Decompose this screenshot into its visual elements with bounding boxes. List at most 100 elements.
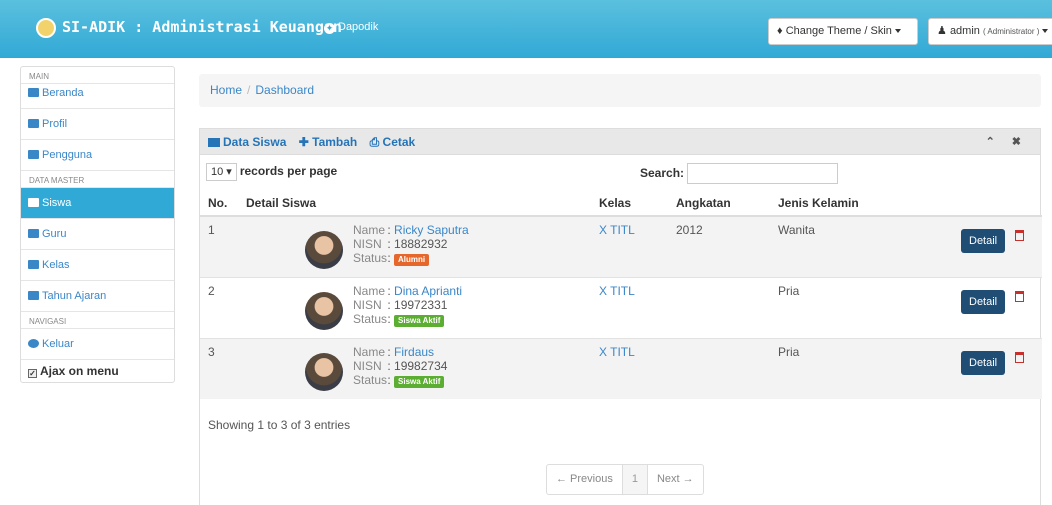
top-navbar: SI-ADIK : Administrasi Keuangan ✦ Dapodik… [0, 0, 1052, 58]
per-page-value: 10 [211, 166, 224, 178]
search-control: Search: [640, 163, 839, 184]
folder-icon [28, 198, 39, 207]
sidebar-item-kelas[interactable]: Kelas [21, 250, 174, 281]
collapse-icon[interactable]: ⌃ [986, 136, 995, 148]
row-angkatan [668, 276, 770, 338]
student-name-link[interactable]: Dina Aprianti [394, 284, 462, 298]
breadcrumb-home[interactable]: Home [210, 83, 242, 97]
name-sep: : [387, 344, 391, 359]
table-row: 2 Name : Dina Aprianti NISN : 19972331 S… [200, 276, 1042, 338]
column-actions [953, 190, 1042, 217]
sidebar-item-beranda[interactable]: Beranda [21, 84, 174, 109]
row-no: 1 [200, 215, 238, 277]
ajax-label: Ajax on menu [40, 364, 119, 378]
page-1-button[interactable]: 1 [622, 465, 648, 494]
breadcrumb: Home / Dashboard [199, 74, 1041, 107]
sidebar-item-label: Beranda [42, 87, 84, 99]
table-info: Showing 1 to 3 of 3 entries [208, 418, 351, 432]
previous-page-button[interactable]: ← Previous [547, 465, 623, 494]
status-sep: : [387, 311, 391, 326]
sidebar-item-label: Profil [42, 118, 68, 130]
name-key: Name [353, 344, 386, 359]
status-badge: Siswa Aktif [394, 314, 445, 327]
app-title[interactable]: SI-ADIK : Administrasi Keuangan [62, 18, 342, 36]
avatar [305, 291, 343, 330]
sidebar-item-siswa[interactable]: Siswa [21, 188, 174, 219]
sidebar-item-tahun-ajaran[interactable]: Tahun Ajaran [21, 281, 174, 312]
sidebar-item-guru[interactable]: Guru [21, 219, 174, 250]
student-name-link[interactable]: Firdaus [394, 345, 434, 359]
status-badge: Alumni [394, 254, 430, 266]
column-jenis-kelamin[interactable]: Jenis Kelamin [770, 190, 953, 217]
user-menu-button[interactable]: ♟ admin ( Administrator ) [928, 18, 1052, 45]
row-kelas[interactable]: X TITL [591, 215, 668, 277]
name-key: Name [353, 283, 386, 298]
print-button[interactable]: ⎙ Cetak [370, 135, 416, 149]
row-kelas[interactable]: X TITL [591, 276, 668, 338]
dapodik-link[interactable]: ✦ Dapodik [324, 21, 378, 34]
row-actions: Detail [953, 215, 1042, 277]
print-label: Cetak [382, 135, 416, 149]
student-detail: Name : Ricky Saputra NISN : 18882932 Sta… [353, 223, 469, 266]
trash-icon[interactable] [1015, 290, 1025, 302]
row-jenis-kelamin: Pria [770, 337, 953, 399]
sidebar-item-label: Kelas [42, 259, 70, 271]
detail-button[interactable]: Detail [961, 289, 1006, 314]
search-input[interactable] [687, 163, 839, 184]
nisn-value: 18882932 [394, 237, 448, 251]
row-detail: Name : Ricky Saputra NISN : 18882932 Sta… [238, 215, 591, 277]
nisn-key: NISN [353, 297, 382, 312]
column-detail-siswa[interactable]: Detail Siswa [238, 190, 591, 217]
ajax-toggle[interactable]: ✓ Ajax on menu [21, 360, 174, 382]
checkbox-checked-icon[interactable]: ✓ [28, 369, 37, 378]
row-detail: Name : Dina Aprianti NISN : 19972331 Sta… [238, 276, 591, 338]
pagination: ← Previous 1 Next → [546, 464, 704, 495]
column-no[interactable]: No. [200, 190, 238, 217]
trash-icon[interactable] [1015, 230, 1025, 241]
row-no: 3 [200, 337, 238, 399]
table-row: 1 Name : Ricky Saputra NISN : 18882932 S… [200, 215, 1042, 277]
tint-icon: ♦ [777, 25, 783, 37]
dapodik-label: Dapodik [338, 21, 379, 33]
row-actions: Detail [953, 276, 1042, 338]
column-kelas[interactable]: Kelas [591, 190, 668, 217]
sidebar-item-keluar[interactable]: Keluar [21, 329, 174, 360]
panel-title: Data Siswa [223, 135, 287, 149]
folder-icon [28, 229, 39, 238]
folder-icon [208, 138, 220, 147]
data-siswa-tab[interactable]: Data Siswa [208, 135, 286, 149]
nisn-key: NISN [353, 237, 382, 251]
name-sep: : [387, 283, 391, 298]
sidebar-header-navigasi: NAVIGASI [21, 312, 174, 329]
per-page-select[interactable]: 10 ▾ [206, 163, 237, 181]
close-icon[interactable]: ✖ [1012, 136, 1021, 148]
next-page-button[interactable]: Next → [648, 465, 703, 494]
globe-icon: ✦ [324, 23, 335, 34]
theme-button[interactable]: ♦ Change Theme / Skin [768, 18, 918, 45]
status-key: Status [353, 372, 388, 387]
folder-icon [28, 260, 39, 269]
table-header-row: No. Detail Siswa Kelas Angkatan Jenis Ke… [200, 190, 1042, 217]
user-icon [28, 119, 39, 128]
student-detail: Name : Firdaus NISN : 19982734 Status : … [353, 345, 447, 388]
detail-button[interactable]: Detail [961, 229, 1006, 253]
nisn-value: 19982734 [394, 358, 448, 373]
user-role: ( Administrator ) [982, 27, 1040, 36]
avatar [305, 352, 343, 391]
add-button[interactable]: ✚ Tambah [299, 135, 358, 149]
row-no: 2 [200, 276, 238, 338]
row-angkatan: 2012 [668, 215, 770, 277]
row-kelas[interactable]: X TITL [591, 337, 668, 399]
trash-icon[interactable] [1015, 351, 1025, 363]
sidebar-item-profil[interactable]: Profil [21, 109, 174, 140]
status-key: Status [353, 311, 388, 326]
breadcrumb-current[interactable]: Dashboard [255, 83, 314, 97]
sidebar-item-pengguna[interactable]: Pengguna [21, 140, 174, 171]
nisn-sep: : [387, 237, 391, 251]
home-icon [28, 88, 39, 97]
sidebar: MAIN Beranda Profil Pengguna DATA MASTER… [20, 66, 175, 383]
column-angkatan[interactable]: Angkatan [668, 190, 770, 217]
student-name-link[interactable]: Ricky Saputra [394, 223, 469, 237]
detail-button[interactable]: Detail [961, 350, 1006, 375]
nisn-key: NISN [353, 358, 382, 373]
